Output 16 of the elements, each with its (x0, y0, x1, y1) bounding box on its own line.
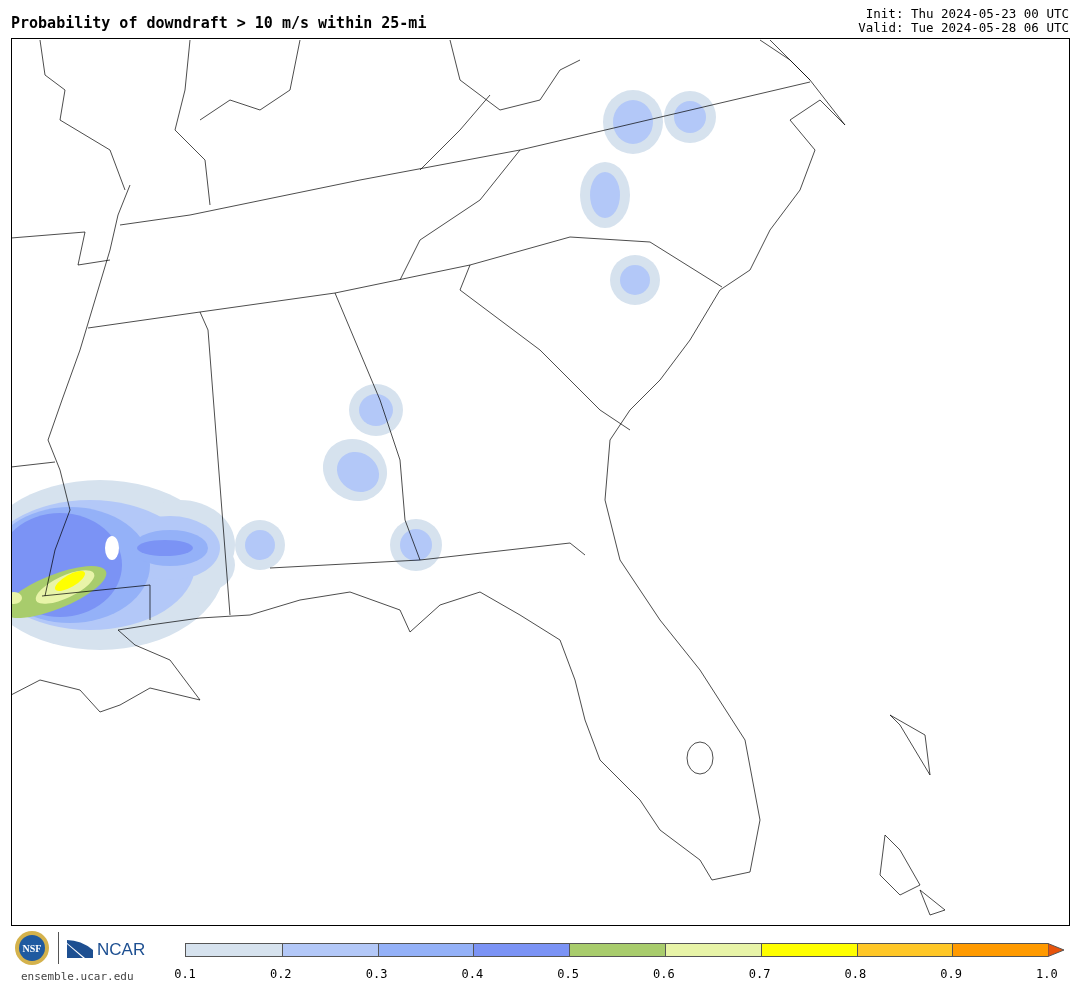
colorbar-tick-label: 0.3 (364, 966, 389, 983)
site-url: ensemble.ucar.edu (21, 969, 135, 985)
colorbar-tick-label: 0.8 (843, 966, 868, 983)
chart-title: Probability of downdraft > 10 m/s within 25-mi (11, 14, 427, 34)
init-time: Init: Thu 2024-05-23 00 UTC (864, 7, 1069, 21)
colorbar-tick-label: 0.9 (939, 966, 963, 983)
colorbar-tick-label: 0.1 (173, 966, 197, 983)
ncar-logo: NCAR (67, 938, 146, 958)
colorbar-tick-label: 0.2 (268, 966, 293, 983)
colorbar-tick-label: 0.7 (747, 966, 772, 983)
colorbar-tick-label: 0.4 (460, 966, 485, 983)
valid-time: Valid: Tue 2024-05-28 06 UTC (858, 21, 1069, 35)
colorbar-tick-label: 0.5 (556, 966, 580, 983)
nsf-logo: NSF (14, 930, 50, 966)
colorbar-tick-label: 1.0 (1035, 966, 1059, 983)
colorbar-tick-label: 0.6 (652, 966, 676, 983)
